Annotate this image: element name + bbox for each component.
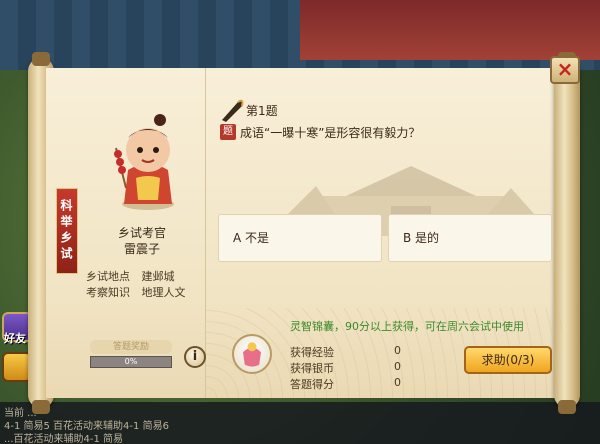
- reward-score-label: 答题得分: [290, 378, 334, 391]
- ask-help-button[interactable]: 求助(0/3): [464, 346, 552, 374]
- question-marker-icon: 题: [220, 124, 236, 140]
- exam-location-row: 乡试地点 建邺城: [86, 268, 175, 284]
- examiner-pane: 科举乡试 乡试考官 雷震子 乡试地点 建邺城 考察知识 地理人文 答题奖励 0%…: [46, 68, 206, 398]
- progress-bar: 0%: [90, 356, 172, 368]
- examiner-title: 乡试考官: [117, 226, 166, 240]
- location-value: 建邺城: [141, 270, 175, 283]
- examiner-avatar: [114, 114, 174, 210]
- red-roof: [300, 0, 600, 60]
- reward-score-value: 0: [394, 376, 401, 389]
- reward-pouch-icon: [232, 334, 272, 374]
- quill-icon: [222, 99, 244, 122]
- reward-silver-label: 获得银币: [290, 362, 334, 375]
- reward-exp-value: 0: [394, 344, 401, 357]
- reward-exp-label: 获得经验: [290, 346, 334, 359]
- question-number: 第1题: [246, 104, 278, 118]
- reward-silver-value: 0: [394, 360, 401, 373]
- location-label: 乡试地点: [86, 270, 130, 283]
- exam-scroll-panel: 科举乡试 乡试考官 雷震子 乡试地点 建邺城 考察知识 地理人文 答题奖励 0%…: [28, 52, 580, 414]
- exam-knowledge-row: 考察知识 地理人文: [86, 284, 186, 300]
- reward-silver-row: 获得银币 0: [290, 360, 401, 376]
- examiner-name: 雷震子: [123, 242, 160, 256]
- answer-option-a[interactable]: A 不是: [218, 214, 382, 262]
- progress-badge: 答题奖励: [90, 340, 172, 354]
- info-button[interactable]: i: [184, 346, 206, 368]
- close-button[interactable]: ×: [550, 56, 580, 84]
- chat-line: ...百花活动来辅助4-1 简易: [4, 434, 124, 444]
- friends-label: 好友: [4, 332, 26, 345]
- answer-option-b[interactable]: B 是的: [388, 214, 552, 262]
- reward-score-row: 答题得分 0: [290, 376, 401, 392]
- reward-description: 灵智锦囊，90分以上获得，可在周六会试中使用: [290, 320, 524, 333]
- progress-text: 0%: [124, 357, 138, 366]
- reward-exp-row: 获得经验 0: [290, 344, 401, 360]
- exam-type-tag: 科举乡试: [56, 188, 78, 274]
- knowledge-value: 地理人文: [141, 286, 186, 299]
- chat-log: 当前 ... 4-1 简易5 百花活动来辅助4-1 简易6 ...百花活动来辅助…: [0, 402, 600, 444]
- question-pane: 第1题 题 成语“一曝十寒”是形容很有毅力？ A 不是 B 是的 灵智锦囊，90…: [206, 68, 562, 398]
- knowledge-label: 考察知识: [86, 286, 130, 299]
